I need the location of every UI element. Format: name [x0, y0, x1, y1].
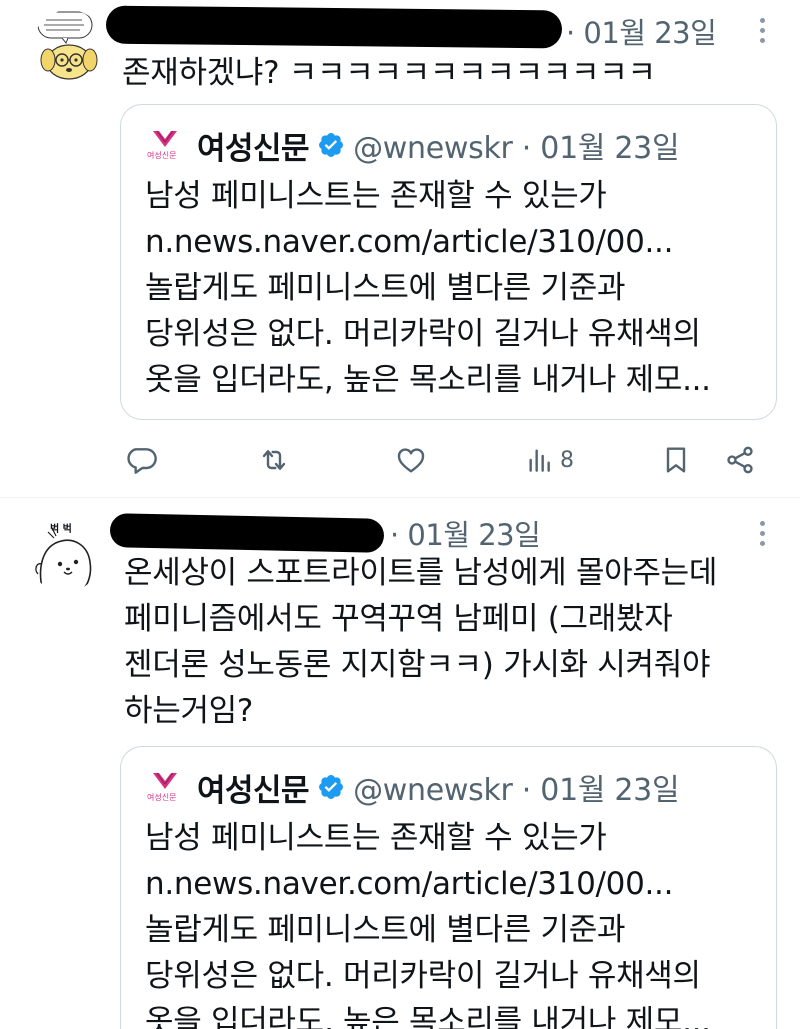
news-logo-avatar[interactable]: 여성신문 — [145, 125, 185, 165]
quoted-tweet-text: 남성 페미니스트는 존재할 수 있는가 n.news.naver.com/art… — [145, 173, 711, 403]
avatar[interactable]: 벅 벅 — [28, 518, 102, 592]
quoted-tweet[interactable]: 여성신문 여성신문 @wnewskr · 01월 23일 남성 페미니스트는 존… — [120, 104, 777, 420]
quoted-author-name[interactable]: 여성신문 — [197, 123, 310, 168]
share-icon — [727, 446, 753, 474]
verified-badge-icon — [317, 773, 345, 801]
quoted-text-line: 당위성은 없다. 머리카락이 길거나 유채색의 — [145, 958, 701, 994]
like-button[interactable] — [395, 442, 427, 478]
tweet-text-line: 존재하겠냐? ㅋㅋㅋㅋㅋㅋㅋㅋㅋㅋㅋㅋㅋ — [122, 55, 656, 91]
quoted-text-line: 남성 페미니스트는 존재할 수 있는가 — [145, 178, 607, 214]
quoted-tweet-header: 여성신문 여성신문 @wnewskr · 01월 23일 — [145, 121, 680, 169]
tweet-text: 온세상이 스포트라이트를 남성에게 몰아주는데 페미니즘에서도 꾸역꾸역 남페미… — [124, 550, 717, 734]
tweet-timestamp[interactable]: · 01월 23일 — [566, 10, 717, 52]
news-logo-text: 여성신문 — [147, 151, 177, 160]
quoted-text-line: 놀랍게도 페미니스트에 별다른 기준과 — [145, 912, 626, 948]
tweet[interactable]: 벅 벅 · 01월 23일 온세상이 스포트라이트를 남성에게 몰아주는데 페미… — [0, 497, 800, 1029]
news-logo-avatar[interactable]: 여성신문 — [145, 767, 185, 807]
quoted-link[interactable]: n.news.naver.com/article/310/00... — [145, 861, 711, 907]
quoted-link[interactable]: n.news.naver.com/article/310/00... — [145, 219, 711, 265]
avatar[interactable] — [32, 10, 106, 84]
quoted-text-line: 당위성은 없다. 머리카락이 길거나 유채색의 — [145, 316, 701, 352]
redacted-username — [109, 513, 385, 553]
quoted-handle-time[interactable]: @wnewskr · 01월 23일 — [353, 765, 679, 809]
bookmark-button[interactable] — [660, 442, 692, 478]
quoted-author-name[interactable]: 여성신문 — [197, 765, 310, 810]
tweet-text: 존재하겠냐? ㅋㅋㅋㅋㅋㅋㅋㅋㅋㅋㅋㅋㅋ — [122, 50, 656, 96]
quoted-tweet-header: 여성신문 여성신문 @wnewskr · 01월 23일 — [145, 763, 680, 811]
quoted-text-line: 놀랍게도 페미니스트에 별다른 기준과 — [145, 270, 626, 306]
verified-badge-icon — [317, 131, 345, 159]
quoted-text-line: 옷을 입더라도, 높은 목소리를 내거나 제모... — [145, 1004, 711, 1029]
quoted-text-line: 옷을 입더라도, 높은 목소리를 내거나 제모... — [145, 362, 711, 398]
retweet-button[interactable] — [258, 442, 290, 478]
news-logo-text: 여성신문 — [147, 793, 177, 802]
reply-icon — [127, 448, 157, 474]
tweet-text-line: 온세상이 스포트라이트를 남성에게 몰아주는데 — [124, 555, 718, 591]
reply-button[interactable] — [125, 442, 157, 478]
tweet-text-line: 젠더론 성노동론 지지함ㅋㅋ) 가시화 시켜줘야 — [124, 647, 711, 683]
heart-icon — [397, 448, 425, 473]
quoted-handle-time[interactable]: @wnewskr · 01월 23일 — [353, 123, 679, 167]
tweet-actions: 8 — [0, 436, 800, 484]
dog-avatar-icon — [37, 11, 98, 80]
redacted-username — [105, 5, 563, 49]
bookmark-icon — [666, 447, 686, 473]
tweet-text-line: 페미니즘에서도 꾸역꾸역 남페미 (그래봤자 — [124, 601, 673, 637]
tweet-text-line: 하는거임? — [124, 693, 254, 729]
views-count: 8 — [560, 447, 574, 473]
quoted-text-line: 남성 페미니스트는 존재할 수 있는가 — [145, 820, 607, 856]
tweet[interactable]: · 01월 23일 존재하겠냐? ㅋㅋㅋㅋㅋㅋㅋㅋㅋㅋㅋㅋㅋ 여성신문 여성신문… — [0, 0, 800, 497]
more-options-icon[interactable] — [757, 15, 767, 45]
views-button[interactable]: 8 — [524, 442, 574, 478]
tweet-timestamp[interactable]: · 01월 23일 — [390, 512, 541, 554]
more-options-icon[interactable] — [757, 518, 767, 548]
quoted-tweet[interactable]: 여성신문 여성신문 @wnewskr · 01월 23일 남성 페미니스트는 존… — [120, 746, 777, 1029]
avatar-caption: 벅 벅 — [50, 524, 72, 535]
views-icon — [529, 449, 550, 472]
quoted-tweet-text: 남성 페미니스트는 존재할 수 있는가 n.news.naver.com/art… — [145, 815, 711, 1029]
share-button[interactable] — [724, 442, 756, 478]
retweet-icon — [262, 450, 286, 470]
